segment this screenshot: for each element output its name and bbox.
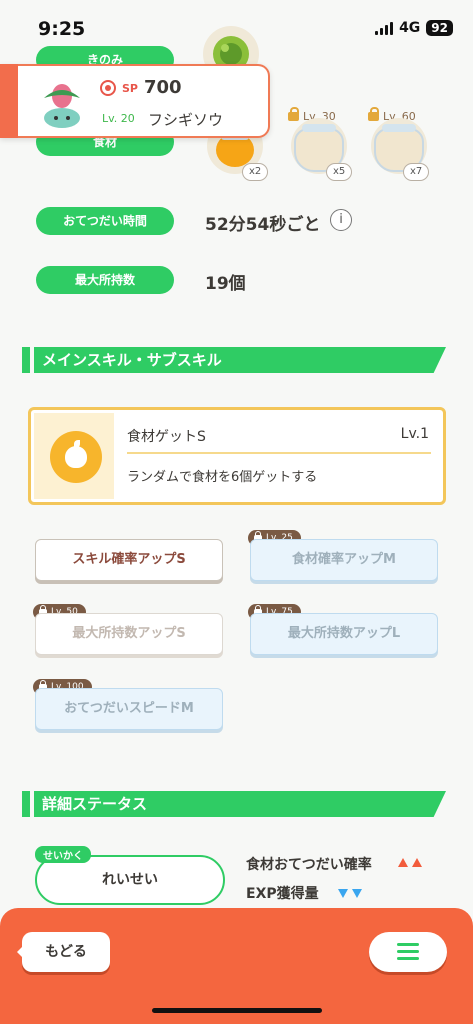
home-indicator [152,1008,322,1013]
main-skill-description: ランダムで食材を6個ゲットする [127,470,318,485]
arrow-down-icon [338,889,348,898]
apple-icon [50,431,102,483]
subskill-button[interactable]: 最大所持数アップS [35,613,223,655]
subskill-button[interactable]: 最大所持数アップL [250,613,438,655]
section-title: 詳細ステータス [34,791,446,817]
main-skill-name: 食材ゲットS [127,429,206,445]
divider [127,452,431,454]
subskill-button[interactable]: 食材確率アップM [250,539,438,581]
pokemon-name: フシギソウ [148,111,224,129]
subskill-button[interactable]: スキル確率アップS [35,539,223,581]
section-header-details: 詳細ステータス [22,791,446,817]
nature-up-label: 食材おてつだい確率 [246,857,372,873]
signal-icon [375,21,394,35]
section-title: メインスキル・サブスキル [34,347,446,373]
pokemon-sprite [44,84,80,128]
nature-down-label: EXP獲得量 [246,886,319,902]
ingredient-count: x5 [326,163,353,181]
clock: 9:25 [38,18,86,40]
menu-icon [397,943,419,946]
skill-icon-panel [34,413,114,499]
help-time-label: おてつだい時間 [36,207,174,235]
lock-icon [288,107,299,121]
sp-value: 700 [144,77,182,98]
pokemon-card[interactable]: SP 700 Lv. 20 フシギソウ [0,64,270,138]
arrow-up-icon [398,858,408,867]
network-type: 4G [399,20,421,36]
nature-tag: せいかく [35,846,91,863]
lock-icon [368,107,379,121]
sp-label: SP [122,82,138,95]
arrow-down-icon [352,889,362,898]
menu-button[interactable] [369,932,447,972]
main-skill-level: Lv.1 [400,426,429,442]
max-carry-value: 19個 [205,274,246,294]
status-indicators: 4G 92 [375,20,453,36]
subskill-button[interactable]: おてつだいスピードM [35,688,223,730]
arrow-up-icon [412,858,422,867]
card-stripe [0,64,18,138]
ingredient-count: x2 [242,163,269,181]
sp-icon [100,80,116,96]
back-button[interactable]: もどる [17,932,110,972]
ingredient-count: x7 [403,163,430,181]
pokemon-level: Lv. 20 [102,112,135,125]
max-carry-label: 最大所持数 [36,266,174,294]
main-skill-card[interactable]: 食材ゲットS Lv.1 ランダムで食材を6個ゲットする [28,407,446,505]
help-time-value: 52分54秒ごと [205,215,321,235]
battery-icon: 92 [426,20,453,36]
section-header-skills: メインスキル・サブスキル [22,347,446,373]
info-icon[interactable]: i [330,209,352,231]
